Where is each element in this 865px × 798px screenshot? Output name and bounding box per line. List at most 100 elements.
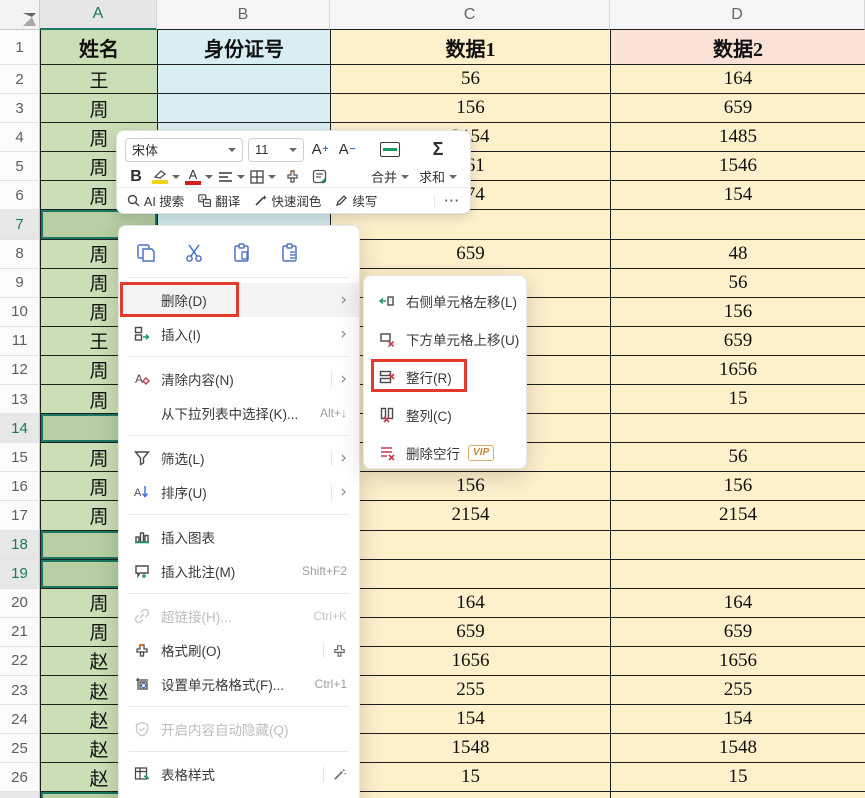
- cell[interactable]: [331, 560, 611, 589]
- row-header-3[interactable]: 3: [0, 94, 40, 123]
- row-header-4[interactable]: 4: [0, 123, 40, 152]
- row-header-12[interactable]: 12: [0, 356, 40, 385]
- paste-special-button[interactable]: [277, 240, 303, 266]
- cell[interactable]: [611, 210, 865, 239]
- row-header-14[interactable]: 14: [0, 414, 40, 443]
- column-header-b[interactable]: B: [157, 0, 330, 30]
- translate-button[interactable]: A 翻译: [198, 191, 240, 210]
- cell[interactable]: 164: [611, 589, 865, 618]
- cell[interactable]: [611, 560, 865, 589]
- cell[interactable]: [611, 792, 865, 798]
- row-header-17[interactable]: 17: [0, 501, 40, 530]
- cell[interactable]: 659: [611, 618, 865, 647]
- table-header-cell[interactable]: 数据1: [331, 30, 611, 65]
- quick-polish-button[interactable]: 快速润色: [254, 191, 321, 210]
- menu-item-insert-comment[interactable]: 插入批注(M) Shift+F2: [119, 554, 359, 588]
- copy-button[interactable]: [133, 240, 159, 266]
- submenu-item-delete-blank-rows[interactable]: 删除空行 VIP: [364, 434, 526, 472]
- cell[interactable]: 15: [611, 763, 865, 792]
- cell[interactable]: [331, 792, 611, 798]
- cell[interactable]: 周: [41, 94, 158, 123]
- borders-button[interactable]: [250, 165, 276, 189]
- cell[interactable]: 1548: [331, 734, 611, 763]
- format-doc-button[interactable]: [308, 165, 330, 189]
- row-header-11[interactable]: 11: [0, 327, 40, 356]
- menu-item-filter[interactable]: 筛选(L) ›: [119, 441, 359, 475]
- menu-item-clear-contents[interactable]: A 清除内容(N) ›: [119, 362, 359, 396]
- table-header-cell[interactable]: 姓名: [41, 30, 158, 65]
- cell[interactable]: 659: [611, 94, 865, 123]
- cell[interactable]: 154: [331, 705, 611, 734]
- merge-center-button[interactable]: [379, 138, 401, 162]
- highlight-color-button[interactable]: [152, 165, 180, 189]
- more-options-button[interactable]: ···: [434, 194, 461, 208]
- cell[interactable]: 1485: [611, 123, 865, 152]
- cell[interactable]: 659: [331, 618, 611, 647]
- row-header-10[interactable]: 10: [0, 298, 40, 327]
- cell[interactable]: 56: [611, 269, 865, 298]
- cell[interactable]: 1656: [611, 647, 865, 676]
- cell[interactable]: 156: [331, 472, 611, 501]
- cell[interactable]: 王: [41, 65, 158, 94]
- row-header-7[interactable]: 7: [0, 210, 40, 239]
- row-header-18[interactable]: 18: [0, 531, 40, 560]
- autosum-button[interactable]: Σ: [427, 138, 449, 162]
- increase-font-size-button[interactable]: A+: [309, 138, 331, 162]
- menu-item-format-cells[interactable]: 设置单元格格式(F)... Ctrl+1: [119, 667, 359, 701]
- submenu-item-entire-column[interactable]: 整列(C): [364, 396, 526, 434]
- row-header-25[interactable]: 25: [0, 734, 40, 763]
- decrease-font-size-button[interactable]: A−: [336, 138, 358, 162]
- cell[interactable]: 164: [331, 589, 611, 618]
- column-header-a[interactable]: A: [40, 0, 157, 30]
- menu-item-table-style[interactable]: 表格样式: [119, 757, 359, 791]
- cell[interactable]: 255: [331, 676, 611, 705]
- cell[interactable]: 154: [611, 181, 865, 210]
- row-header-21[interactable]: 21: [0, 618, 40, 647]
- continue-writing-button[interactable]: 续写: [335, 191, 377, 210]
- cell[interactable]: [331, 210, 611, 239]
- cell[interactable]: 15: [611, 385, 865, 414]
- font-name-select[interactable]: 宋体: [125, 138, 243, 162]
- row-header-23[interactable]: 23: [0, 676, 40, 705]
- cell[interactable]: [158, 65, 331, 94]
- cell[interactable]: 156: [611, 472, 865, 501]
- cell[interactable]: 1546: [611, 152, 865, 181]
- cell[interactable]: 56: [331, 65, 611, 94]
- row-header-26[interactable]: 26: [0, 763, 40, 792]
- cell[interactable]: [331, 531, 611, 560]
- cell[interactable]: 255: [611, 676, 865, 705]
- submenu-item-shift-cells-up[interactable]: 下方单元格上移(U): [364, 320, 526, 358]
- row-header-1[interactable]: 1: [0, 30, 40, 65]
- column-header-d[interactable]: D: [610, 0, 865, 30]
- menu-item-pick-from-dropdown[interactable]: 从下拉列表中选择(K)... Alt+↓: [119, 396, 359, 430]
- alignment-button[interactable]: [218, 165, 245, 189]
- row-header-27[interactable]: 27: [0, 792, 40, 798]
- table-header-cell[interactable]: 身份证号: [158, 30, 331, 65]
- cell[interactable]: 1656: [331, 647, 611, 676]
- format-painter-button[interactable]: [281, 165, 303, 189]
- cell[interactable]: 56: [611, 443, 865, 472]
- cell[interactable]: 156: [331, 94, 611, 123]
- menu-item-insert[interactable]: 插入(I) ›: [119, 317, 359, 351]
- font-size-select[interactable]: 11: [248, 138, 304, 162]
- cell[interactable]: 1656: [611, 356, 865, 385]
- cut-button[interactable]: [181, 240, 207, 266]
- bold-button[interactable]: B: [125, 165, 147, 189]
- paste-button[interactable]: [229, 240, 255, 266]
- row-header-6[interactable]: 6: [0, 181, 40, 210]
- row-header-20[interactable]: 20: [0, 589, 40, 618]
- font-color-button[interactable]: A: [185, 165, 213, 189]
- menu-item-format-painter[interactable]: 格式刷(O): [119, 633, 359, 667]
- cell[interactable]: 2154: [611, 501, 865, 530]
- table-header-cell[interactable]: 数据2: [611, 30, 865, 65]
- cell[interactable]: [611, 414, 865, 443]
- menu-item-more-table-features[interactable]: 更多表格功能 ›: [119, 791, 359, 798]
- row-header-9[interactable]: 9: [0, 269, 40, 298]
- row-header-22[interactable]: 22: [0, 647, 40, 676]
- row-header-5[interactable]: 5: [0, 152, 40, 181]
- cell[interactable]: [158, 94, 331, 123]
- cell[interactable]: [611, 531, 865, 560]
- merge-dropdown[interactable]: 合并: [371, 167, 409, 186]
- ai-search-button[interactable]: AI 搜索: [127, 191, 184, 210]
- cell[interactable]: 2154: [331, 501, 611, 530]
